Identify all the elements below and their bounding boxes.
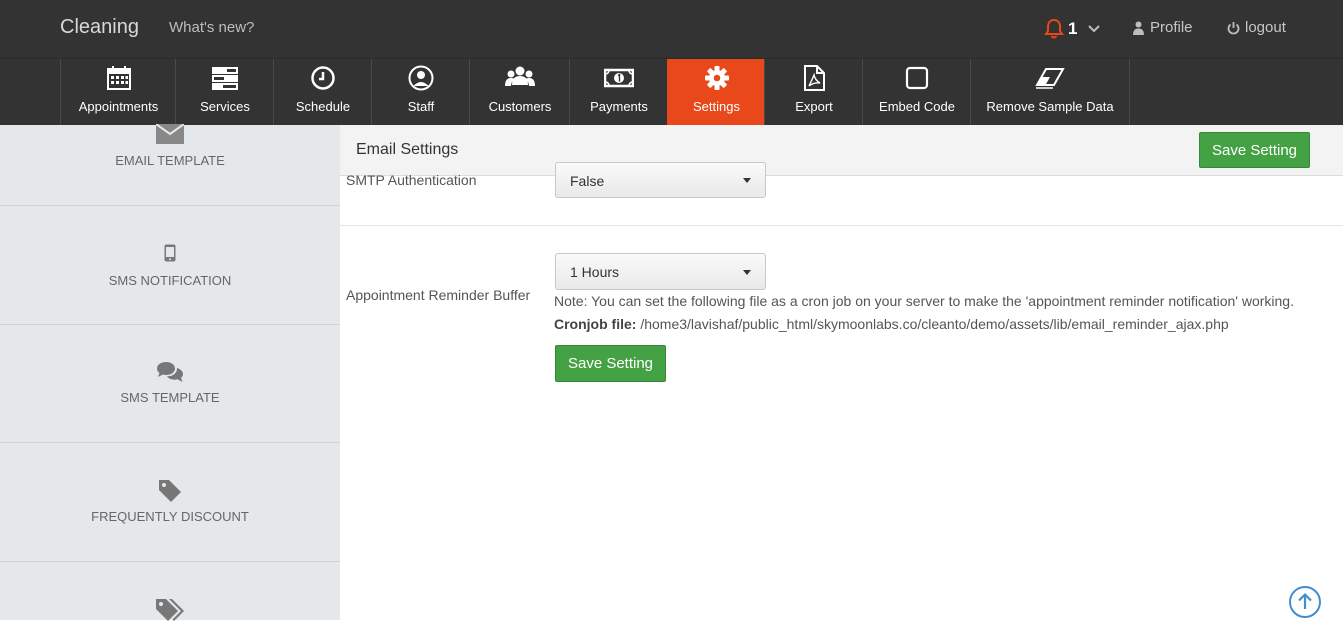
nav-settings[interactable]: Settings <box>667 59 765 126</box>
sidebar-item-sms-notification[interactable]: SMS NOTIFICATION <box>0 206 340 325</box>
envelope-icon <box>156 124 184 144</box>
reminder-buffer-value: 1 Hours <box>570 264 620 280</box>
money-icon <box>604 68 634 88</box>
brand-logo[interactable]: Cleaning <box>60 16 139 39</box>
gear-icon <box>704 66 729 90</box>
smtp-authentication-label: SMTP Authentication <box>346 172 477 188</box>
main-nav: Appointments Services Schedule Staff Cus… <box>0 58 1343 126</box>
bell-icon[interactable] <box>1043 18 1065 40</box>
sidebar-item-frequently-discount[interactable]: FREQUENTLY DISCOUNT <box>0 442 340 562</box>
nav-customers[interactable]: Customers <box>469 59 570 126</box>
sidebar-item-label: SMS TEMPLATE <box>120 390 220 405</box>
settings-sidebar: EMAIL TEMPLATE SMS NOTIFICATION SMS TEMP… <box>0 124 340 621</box>
nav-label: Remove Sample Data <box>986 99 1114 114</box>
tags-icon <box>156 599 184 621</box>
caret-down-icon <box>743 269 751 275</box>
notification-count[interactable]: 1 <box>1068 19 1077 39</box>
panel-header: Email Settings Save Setting <box>340 125 1343 176</box>
chevron-down-icon[interactable] <box>1087 22 1101 36</box>
sidebar-item-label: SMS NOTIFICATION <box>108 273 232 288</box>
cronjob-file: Cronjob file: /home3/lavishaf/public_htm… <box>554 316 1229 332</box>
pdf-file-icon <box>804 65 825 91</box>
mobile-icon <box>164 244 176 262</box>
nav-label: Services <box>200 99 250 114</box>
calendar-icon <box>106 66 131 90</box>
nav-label: Export <box>795 99 833 114</box>
nav-label: Payments <box>590 99 648 114</box>
logout-label: logout <box>1245 19 1286 36</box>
nav-services[interactable]: Services <box>175 59 274 126</box>
nav-appointments[interactable]: Appointments <box>60 59 176 126</box>
user-icon <box>1133 21 1144 35</box>
nav-staff[interactable]: Staff <box>371 59 470 126</box>
page-title: Email Settings <box>356 141 459 158</box>
nav-label: Customers <box>488 99 552 114</box>
user-icon <box>408 65 434 91</box>
comments-icon <box>157 362 183 382</box>
scroll-to-top-button[interactable] <box>1289 586 1321 618</box>
profile-label: Profile <box>1150 19 1193 36</box>
divider <box>340 225 1343 226</box>
save-setting-button-bottom[interactable]: Save Setting <box>555 345 666 382</box>
list-icon <box>212 67 238 90</box>
sidebar-item-discount[interactable] <box>0 561 340 641</box>
sidebar-item-label: FREQUENTLY DISCOUNT <box>91 509 249 524</box>
eraser-icon <box>1035 68 1065 89</box>
arrow-up-icon <box>1298 592 1312 609</box>
appointment-reminder-buffer-label: Appointment Reminder Buffer <box>346 287 531 303</box>
appointment-reminder-buffer-select[interactable]: 1 Hours <box>555 253 766 290</box>
power-icon <box>1227 21 1240 34</box>
nav-label: Appointments <box>78 99 159 114</box>
square-icon <box>905 66 929 90</box>
sidebar-item-email-template[interactable]: EMAIL TEMPLATE <box>0 124 340 206</box>
cronjob-file-label: Cronjob file: <box>554 316 637 332</box>
nav-payments[interactable]: Payments <box>569 59 668 126</box>
nav-embed-code[interactable]: Embed Code <box>862 59 971 126</box>
users-icon <box>505 66 535 86</box>
nav-export[interactable]: Export <box>764 59 863 126</box>
nav-label: Staff <box>407 99 435 114</box>
nav-label: Settings <box>693 99 740 114</box>
nav-label: Schedule <box>295 99 351 114</box>
logout-link[interactable]: logout <box>1227 19 1286 36</box>
sidebar-item-sms-template[interactable]: SMS TEMPLATE <box>0 324 340 443</box>
nav-label: Embed Code <box>879 99 955 114</box>
nav-remove-sample-data[interactable]: Remove Sample Data <box>970 59 1130 126</box>
tag-icon <box>159 480 181 502</box>
smtp-authentication-select[interactable]: False <box>555 162 766 198</box>
cronjob-file-path: /home3/lavishaf/public_html/skymoonlabs.… <box>640 316 1229 332</box>
smtp-authentication-value: False <box>570 173 605 189</box>
whats-new-link[interactable]: What's new? <box>169 19 254 36</box>
sidebar-item-label: EMAIL TEMPLATE <box>115 153 225 168</box>
caret-down-icon <box>743 178 751 183</box>
save-setting-button[interactable]: Save Setting <box>1199 132 1310 168</box>
nav-schedule[interactable]: Schedule <box>273 59 372 126</box>
cron-note: Note: You can set the following file as … <box>554 293 1294 309</box>
profile-link[interactable]: Profile <box>1133 19 1193 36</box>
top-bar: Cleaning What's new? 1 Profile logout <box>0 0 1343 58</box>
clock-icon <box>311 66 335 90</box>
